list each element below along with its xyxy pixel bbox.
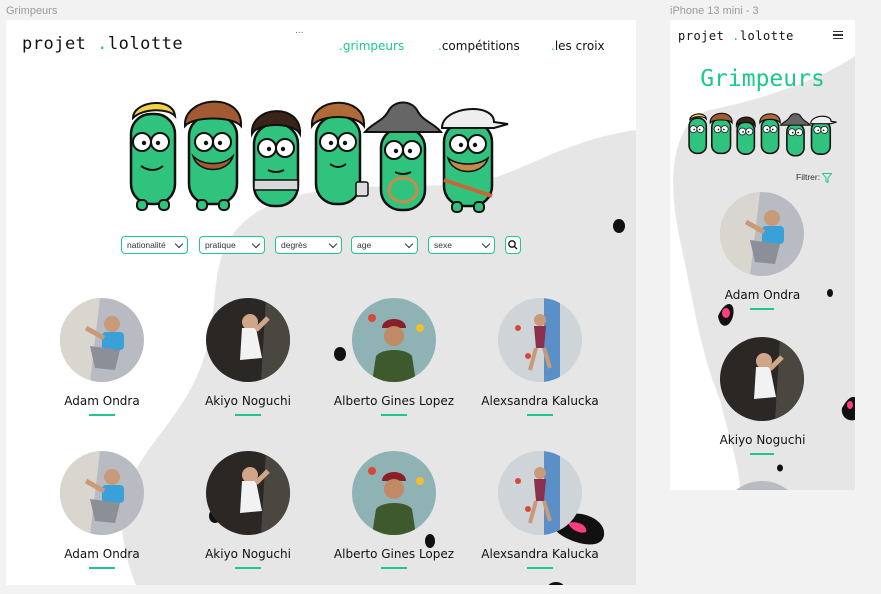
climber-name: Akiyo Noguchi (205, 547, 291, 561)
nav-les-croix[interactable]: .les croix (551, 39, 605, 53)
desktop-frame: projet .lolotte ... .grimpeurs .compétit… (6, 20, 636, 585)
climber-card[interactable]: Adam Ondra (29, 451, 175, 585)
nav-grimpeurs[interactable]: .grimpeurs (339, 39, 404, 53)
chevron-down-icon (328, 239, 338, 249)
logo-part1: projet (678, 29, 725, 43)
climber-card[interactable]: Akiyo Noguchi (175, 451, 321, 585)
filter-label: nationalité (127, 240, 166, 250)
page-title: Grimpeurs (700, 66, 825, 92)
filter-label: Filtrer: (796, 172, 821, 182)
climber-name: Akiyo Noguchi (205, 394, 291, 408)
name-underline (381, 567, 407, 569)
filter-label: pratique (205, 240, 236, 250)
funnel-icon (821, 172, 833, 184)
climber-photo (498, 451, 582, 535)
filter-label: degrès (281, 240, 307, 250)
ellipsis-text: ... (295, 26, 304, 36)
name-underline (750, 308, 774, 310)
climber-name: Alexsandra Kalucka (481, 394, 599, 408)
climber-card[interactable]: Akiyo Noguchi (175, 298, 321, 438)
climber-photo (498, 298, 582, 382)
climber-card[interactable]: Adam Ondra (29, 298, 175, 438)
chevron-down-icon (404, 239, 414, 249)
logo-dot: . (732, 29, 740, 43)
climber-photo (720, 337, 804, 421)
name-underline (235, 414, 261, 416)
climber-name: Alberto Gines Lopez (333, 394, 455, 408)
climber-name: Akiyo Noguchi (719, 433, 806, 447)
name-underline (89, 567, 115, 569)
climber-photo (206, 451, 290, 535)
climber-photo (352, 298, 436, 382)
name-underline (527, 414, 553, 416)
name-underline (750, 453, 774, 455)
nav-label: compétitions (441, 39, 520, 53)
climber-photo (60, 298, 144, 382)
search-icon (508, 240, 518, 250)
nav-label: les croix (554, 39, 605, 53)
logo-part2: lolotte (107, 34, 184, 54)
name-underline (89, 414, 115, 416)
climber-card[interactable]: Akiyo Noguchi (670, 337, 855, 477)
climber-photo (60, 451, 144, 535)
climber-name: Adam Ondra (64, 547, 140, 561)
climber-card[interactable]: Alexsandra Kalucka (467, 298, 613, 438)
climber-photo (352, 451, 436, 535)
filter-nationalite[interactable]: nationalité (121, 236, 188, 254)
filter-degres[interactable]: degrès (275, 236, 342, 254)
nav-competitions[interactable]: .compétitions (438, 39, 520, 53)
desktop-frame-label: Grimpeurs (6, 5, 58, 17)
mascots-illustration (688, 112, 837, 157)
climber-photo (720, 192, 804, 276)
mobile-logo[interactable]: projet .lolotte (678, 29, 794, 43)
hamburger-icon[interactable] (833, 31, 843, 40)
climber-name: Alexsandra Kalucka (481, 547, 599, 561)
chevron-down-icon (481, 239, 491, 249)
climber-card[interactable]: Alberto Gines Lopez (321, 298, 467, 438)
mobile-frame: projet .lolotte Grimpeurs Filtrer: Adam … (670, 20, 855, 490)
mascots-illustration (129, 100, 509, 213)
climber-name: Alberto Gines Lopez (333, 547, 455, 561)
chevron-down-icon (174, 239, 184, 249)
chevron-down-icon (251, 239, 261, 249)
mobile-frame-label: iPhone 13 mini - 3 (670, 5, 759, 17)
climber-card[interactable]: Alberto Gines Lopez (321, 451, 467, 585)
logo[interactable]: projet .lolotte (22, 34, 183, 54)
climber-card[interactable]: Alexsandra Kalucka (467, 451, 613, 585)
name-underline (381, 414, 407, 416)
nav-label: grimpeurs (342, 39, 405, 53)
filter-sexe[interactable]: sexe (428, 236, 495, 254)
filter-label: sexe (434, 240, 452, 250)
climber-photo (206, 298, 290, 382)
name-underline (235, 567, 261, 569)
filter-toggle[interactable]: Filtrer: (796, 172, 833, 184)
logo-part2: lolotte (739, 29, 794, 43)
filter-label: age (357, 240, 372, 250)
climber-name: Adam Ondra (724, 288, 801, 302)
search-button[interactable] (505, 236, 521, 254)
logo-dot: . (97, 34, 108, 54)
logo-part1: projet (22, 34, 87, 54)
filter-pratique[interactable]: pratique (199, 236, 265, 254)
climber-card[interactable]: Adam Ondra (670, 192, 855, 332)
filter-age[interactable]: age (351, 236, 418, 254)
name-underline (527, 567, 553, 569)
climber-name: Adam Ondra (64, 394, 140, 408)
